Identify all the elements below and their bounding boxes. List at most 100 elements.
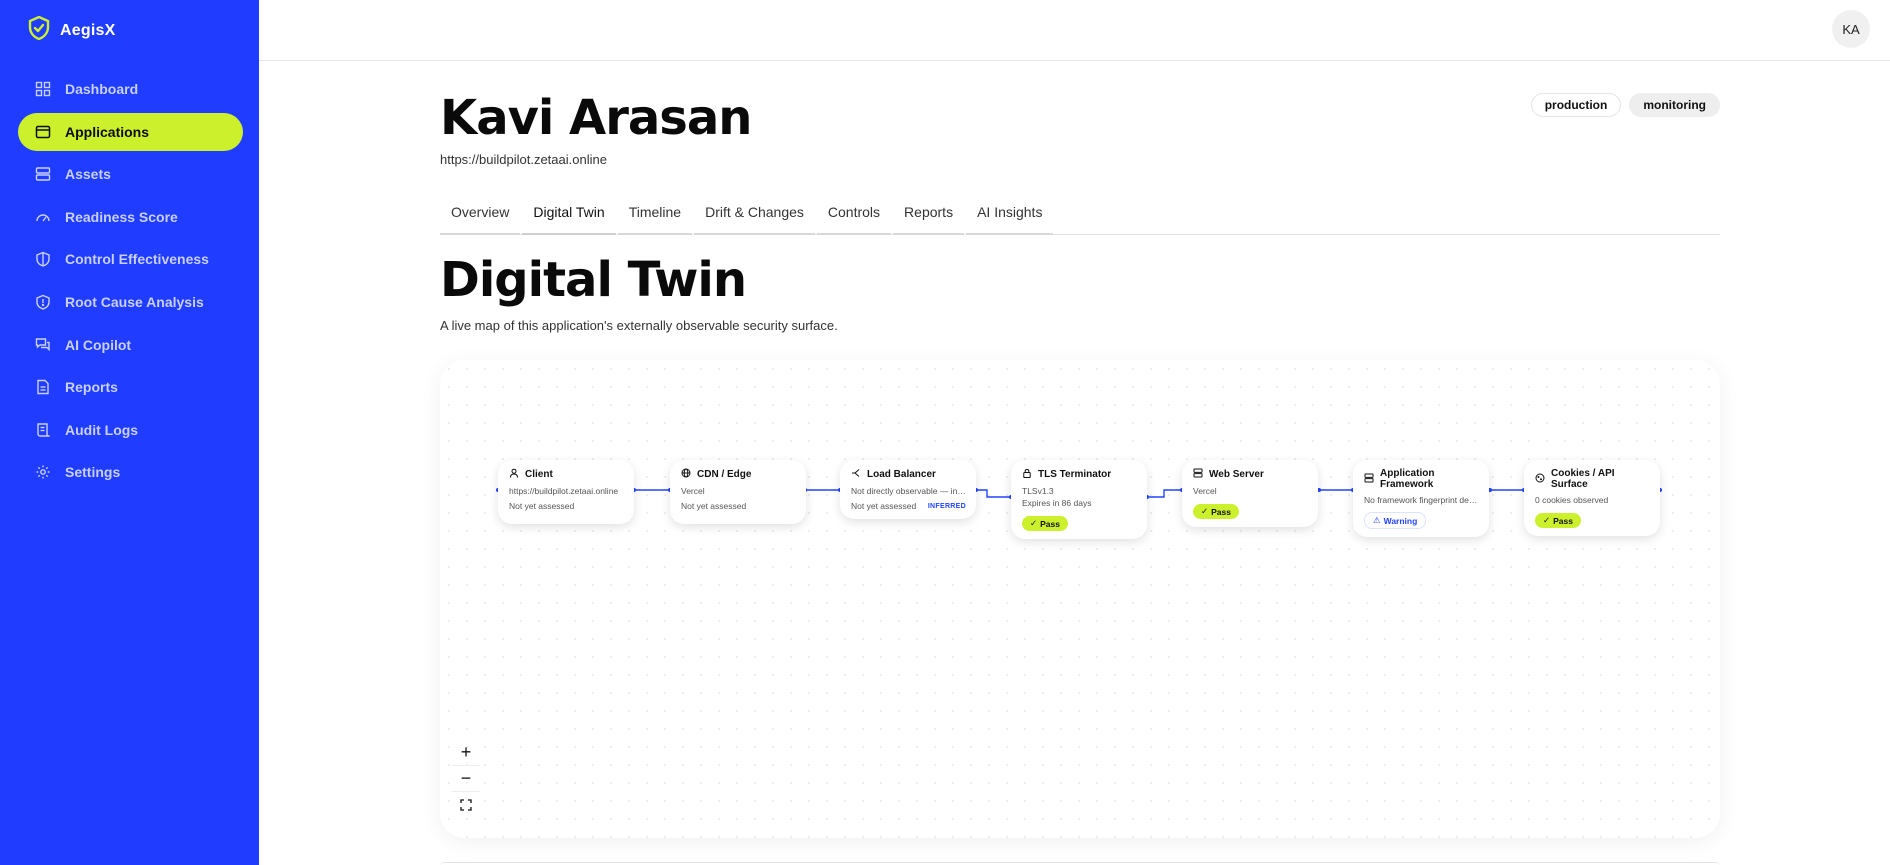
sidebar-item-label: Dashboard [65, 81, 139, 97]
sidebar-item-reports[interactable]: Reports [18, 368, 243, 406]
digital-twin-canvas[interactable]: Client https://buildpilot.zetaai.online … [440, 360, 1720, 838]
warning-icon: ⚠ [1373, 515, 1381, 525]
edge-tls-web [1147, 489, 1182, 498]
sidebar-item-label: Control Effectiveness [65, 251, 209, 268]
node-header: Load Balancer [851, 468, 966, 481]
node-application-framework[interactable]: Application Framework No framework finge… [1353, 460, 1489, 537]
node-detail: Vercel [681, 486, 705, 496]
tab-bar: Overview Digital Twin Timeline Drift & C… [440, 198, 1720, 235]
sidebar-item-label: Root Cause Analysis [65, 293, 204, 310]
gauge-icon [35, 209, 51, 225]
cookie-icon [1535, 473, 1545, 486]
node-title: Cookies / API Surface [1551, 468, 1615, 490]
node-header: Client [509, 468, 624, 481]
tab-digital-twin[interactable]: Digital Twin [522, 198, 616, 235]
node-title: Web Server [1209, 469, 1264, 480]
sidebar-item-ai-copilot[interactable]: AI Copilot [18, 326, 243, 364]
user-icon [509, 468, 519, 481]
layers-icon [1364, 473, 1374, 486]
brand[interactable]: AegisX [28, 15, 116, 45]
shield-alert-icon [35, 294, 51, 310]
fit-view-icon [460, 795, 472, 816]
node-load-balancer[interactable]: Load Balancer Not directly observable — … [840, 460, 976, 519]
status-badge-warning: ⚠ Warning [1364, 512, 1427, 529]
check-icon: ✓ [1201, 506, 1209, 516]
tab-drift-changes[interactable]: Drift & Changes [694, 198, 815, 235]
node-detail: TLSv1.3 [1022, 486, 1054, 496]
edge-layer [496, 488, 1662, 499]
node-title: CDN / Edge [697, 469, 752, 480]
status-badge-pass: ✓ Pass [1022, 516, 1068, 531]
section-title: Digital Twin [440, 252, 747, 308]
node-tls-terminator[interactable]: TLS Terminator TLSv1.3 Expires in 86 day… [1011, 460, 1147, 539]
status-label: Pass [1211, 506, 1231, 517]
globe-icon [681, 468, 691, 481]
sidebar-nav: Dashboard Applications Assets Readiness … [18, 70, 243, 496]
sidebar-item-label: Readiness Score [65, 208, 178, 225]
zoom-controls: + − [452, 740, 480, 818]
split-icon [851, 468, 861, 481]
node-cookies-api-surface[interactable]: Cookies / API Surface 0 cookies observed… [1524, 460, 1660, 536]
node-client[interactable]: Client https://buildpilot.zetaai.online … [498, 460, 634, 524]
sidebar-item-applications[interactable]: Applications [18, 112, 243, 151]
avatar[interactable]: KA [1832, 10, 1870, 48]
node-web-server[interactable]: Web Server Vercel ✓ Pass [1182, 460, 1318, 527]
chat-icon [35, 337, 51, 353]
sidebar-item-control-effectiveness[interactable]: Control Effectiveness [18, 240, 243, 278]
section-subtitle: A live map of this application's externa… [440, 318, 838, 333]
tag-list: production monitoring [1530, 93, 1720, 117]
status-badge-pass: ✓ Pass [1535, 513, 1581, 528]
topbar: KA [259, 0, 1890, 61]
sidebar-item-readiness-score[interactable]: Readiness Score [18, 198, 243, 236]
tab-reports[interactable]: Reports [893, 198, 965, 235]
page-title: Kavi Arasan [440, 90, 752, 146]
node-assessment: Not yet assessed [681, 501, 747, 511]
node-header: TLS Terminator [1022, 468, 1137, 481]
node-title: Client [525, 469, 553, 480]
lock-icon [1022, 468, 1032, 481]
sidebar-item-dashboard[interactable]: Dashboard [18, 70, 243, 108]
sidebar-item-assets[interactable]: Assets [18, 155, 243, 193]
node-header: Cookies / API Surface [1535, 468, 1650, 490]
check-icon: ✓ [1030, 518, 1038, 528]
edge-lb-tls [976, 489, 1011, 498]
node-detail: Not directly observable — inferred [851, 486, 966, 496]
node-cdn-edge[interactable]: CDN / Edge Vercel Not yet assessed [670, 460, 806, 524]
server-icon [1193, 468, 1203, 481]
node-header: Application Framework [1364, 468, 1479, 490]
node-title: Load Balancer [867, 469, 936, 480]
sidebar-item-label: Settings [65, 464, 121, 481]
sidebar-item-settings[interactable]: Settings [18, 453, 243, 491]
node-detail: No framework fingerprint detected [1364, 495, 1479, 505]
gear-icon [35, 464, 51, 480]
node-detail: Vercel [1193, 486, 1217, 496]
node-footer: Not yet assessed INFERRED [851, 501, 966, 511]
sidebar-item-audit-logs[interactable]: Audit Logs [18, 411, 243, 449]
application-url: https://buildpilot.zetaai.online [440, 152, 607, 167]
zoom-out-button[interactable]: − [452, 766, 480, 792]
tab-ai-insights[interactable]: AI Insights [966, 198, 1054, 235]
node-title: Application Framework [1380, 468, 1435, 490]
sidebar-item-root-cause-analysis[interactable]: Root Cause Analysis [18, 283, 243, 321]
node-title: TLS Terminator [1038, 469, 1112, 480]
tab-overview[interactable]: Overview [440, 198, 521, 235]
sidebar: AegisX Dashboard Applications Assets Rea… [0, 0, 259, 865]
tab-timeline[interactable]: Timeline [617, 198, 693, 235]
sidebar-item-label: Applications [65, 123, 150, 140]
brand-name: AegisX [60, 21, 116, 39]
zoom-in-button[interactable]: + [452, 740, 480, 766]
inferred-badge: INFERRED [927, 502, 966, 510]
sidebar-item-label: Assets [65, 166, 111, 183]
fit-view-button[interactable] [452, 792, 480, 818]
node-header: Web Server [1193, 468, 1308, 481]
check-icon: ✓ [1543, 515, 1551, 525]
tab-controls[interactable]: Controls [816, 198, 892, 235]
status-label: Pass [1553, 515, 1573, 526]
status-label: Warning [1383, 515, 1418, 526]
window-icon [35, 124, 51, 140]
sidebar-item-label: Audit Logs [65, 421, 139, 438]
node-header: CDN / Edge [681, 468, 796, 481]
shield-check-logo-icon [28, 15, 50, 45]
tag-production: production [1530, 93, 1622, 117]
node-detail: 0 cookies observed [1535, 495, 1609, 505]
